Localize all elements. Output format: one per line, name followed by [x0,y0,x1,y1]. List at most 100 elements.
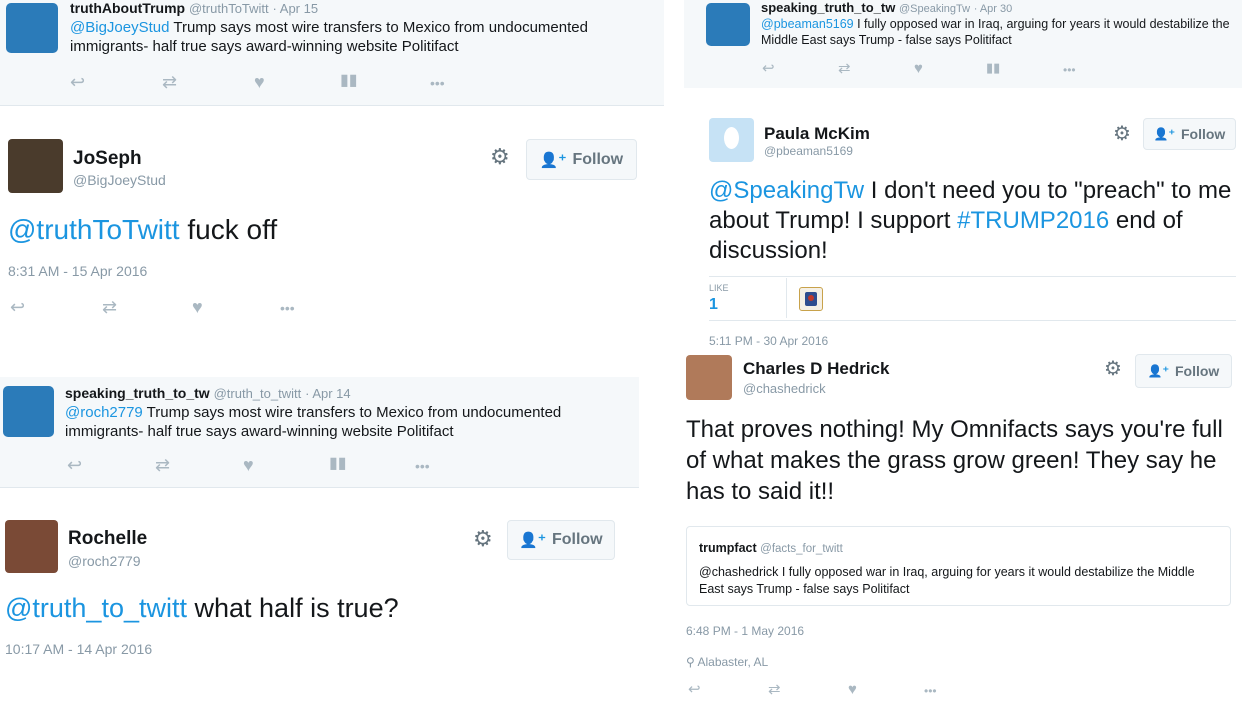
tweet-timestamp[interactable]: 5:11 PM - 30 Apr 2016 [709,334,828,348]
tweet-text: @SpeakingTw I don't need you to "preach"… [709,176,1239,266]
avatar[interactable] [6,3,58,53]
author-name[interactable]: JoSeph [73,148,142,170]
retweet-icon[interactable]: ⇄ [102,298,117,316]
avatar[interactable] [686,355,732,400]
tweet-2: JoSeph @BigJoeyStud ⚙ 👤⁺ Follow @truthToT… [0,106,664,336]
analytics-icon[interactable]: ▮▮ [329,456,347,472]
analytics-icon[interactable]: ▮▮ [340,73,358,89]
mention-link[interactable]: @truth_to_twitt [5,593,187,623]
gear-icon[interactable]: ⚙ [490,146,510,168]
analytics-icon[interactable]: ▮▮ [986,61,1000,74]
retweet-icon[interactable]: ⇄ [155,456,170,474]
avatar[interactable] [709,118,754,162]
quote-author-handle[interactable]: @facts_for_twitt [760,543,843,555]
retweet-icon[interactable]: ⇄ [768,682,781,697]
mention-link[interactable]: @BigJoeyStud [70,19,169,36]
tweet-date[interactable]: · Apr 30 [974,3,1013,15]
tweet-text: @truth_to_twitt what half is true? [5,592,399,626]
follow-label: Follow [1180,126,1226,142]
mention-link[interactable]: @truthToTwitt [8,214,180,245]
author-handle[interactable]: @chashedrick [743,381,826,396]
follow-button[interactable]: 👤⁺ Follow [1135,354,1232,388]
reply-icon[interactable]: ↩ [70,73,85,91]
stats-divider [786,278,787,318]
quote-author-name[interactable]: trumpfact [699,541,757,555]
like-icon[interactable]: ♥ [848,682,857,697]
reply-icon[interactable]: ↩ [688,682,701,697]
avatar[interactable] [706,3,750,46]
like-icon[interactable]: ♥ [192,298,203,316]
tweet-date[interactable]: · Apr 14 [305,386,351,401]
location-pin-icon: ⚲ [686,655,695,669]
author-handle[interactable]: @pbeaman5169 [764,144,853,158]
author-name[interactable]: Rochelle [68,528,147,550]
add-user-icon: 👤⁺ [519,532,546,549]
tweet-timestamp[interactable]: 6:48 PM - 1 May 2016 [686,624,804,638]
tweet-text: @truthToTwitt fuck off [8,212,277,247]
tweet-4: Rochelle @roch2779 ⚙ 👤⁺ Follow @truth_to_… [0,488,639,707]
tweet-3[interactable]: speaking_truth_to_tw @truth_to_twitt · A… [0,377,639,487]
more-icon[interactable]: ••• [280,301,295,315]
mention-link[interactable]: @SpeakingTw [709,177,864,204]
likes-label: LIKE [709,283,729,293]
tweet-text: @pbeaman5169 I fully opposed war in Iraq… [761,17,1239,48]
like-icon[interactable]: ♥ [914,61,923,76]
like-icon[interactable]: ♥ [243,456,254,474]
tweet-1[interactable]: truthAboutTrump @truthToTwitt · Apr 15 @… [0,0,664,105]
tweet-body: what half is true? [187,593,399,623]
add-user-icon: 👤⁺ [1147,364,1169,378]
tweet-body: fuck off [179,214,278,245]
reply-icon[interactable]: ↩ [762,61,775,76]
more-icon[interactable]: ••• [924,685,937,697]
author-handle[interactable]: @SpeakingTw [899,3,970,15]
follow-label: Follow [551,531,603,548]
follow-label: Follow [1174,363,1220,379]
quoted-tweet[interactable]: trumpfact @facts_for_twitt @chashedrick … [686,526,1231,606]
like-icon[interactable]: ♥ [254,73,265,91]
retweet-icon[interactable]: ⇄ [162,73,177,91]
tweet-5[interactable]: speaking_truth_to_tw @SpeakingTw · Apr 3… [684,0,1242,88]
reply-icon[interactable]: ↩ [67,456,82,474]
tweet-text: That proves nothing! My Omnifacts says y… [686,416,1223,505]
more-icon[interactable]: ••• [430,76,445,90]
tweet-text: @roch2779 Trump says most wire transfers… [65,404,625,442]
author-name[interactable]: truthAboutTrump [70,0,185,16]
add-user-icon: 👤⁺ [539,151,567,169]
more-icon[interactable]: ••• [415,459,430,473]
follow-label: Follow [572,150,624,168]
tweet-timestamp[interactable]: 8:31 AM - 15 Apr 2016 [8,263,147,279]
author-handle[interactable]: @roch2779 [68,553,141,569]
avatar[interactable] [5,520,58,573]
tweet-date[interactable]: · Apr 15 [273,1,319,16]
gear-icon[interactable]: ⚙ [1113,124,1131,144]
author-name[interactable]: speaking_truth_to_tw [65,385,210,401]
liker-avatar[interactable] [799,287,823,311]
author-name[interactable]: speaking_truth_to_tw [761,0,895,15]
retweet-icon[interactable]: ⇄ [838,61,851,76]
mention-link[interactable]: @roch2779 [65,404,143,421]
author-name[interactable]: Paula McKim [764,124,870,144]
tweet-6: Paula McKim @pbeaman5169 ⚙ 👤⁺ Follow @Spe… [684,90,1242,350]
more-icon[interactable]: ••• [1063,64,1076,76]
tweet-location[interactable]: ⚲ Alabaster, AL [686,655,768,669]
hashtag-link[interactable]: #TRUMP2016 [957,207,1109,234]
gear-icon[interactable]: ⚙ [473,528,493,550]
author-handle[interactable]: @truthToTwitt [189,1,269,16]
avatar[interactable] [3,386,54,437]
follow-button[interactable]: 👤⁺ Follow [526,139,637,180]
reply-icon[interactable]: ↩ [10,298,25,316]
avatar[interactable] [8,139,63,193]
location-text: Alabaster, AL [697,655,769,669]
add-user-icon: 👤⁺ [1153,127,1175,141]
follow-button[interactable]: 👤⁺ Follow [507,520,615,560]
author-handle[interactable]: @BigJoeyStud [73,172,166,188]
follow-button[interactable]: 👤⁺ Follow [1143,118,1236,150]
quote-text: @chashedrick I fully opposed war in Iraq… [699,565,1195,596]
mention-link[interactable]: @pbeaman5169 [761,17,854,31]
likes-count[interactable]: 1 [709,296,718,314]
gear-icon[interactable]: ⚙ [1104,359,1122,379]
author-name[interactable]: Charles D Hedrick [743,359,889,379]
author-handle[interactable]: @truth_to_twitt [214,386,302,401]
tweet-7: Charles D Hedrick @chashedrick ⚙ 👤⁺ Follo… [684,350,1242,707]
tweet-timestamp[interactable]: 10:17 AM - 14 Apr 2016 [5,641,152,657]
